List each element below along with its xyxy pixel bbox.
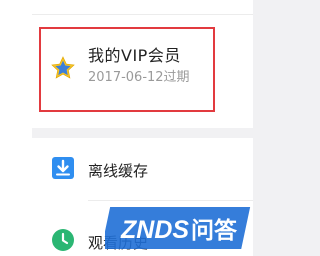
download-icon xyxy=(52,157,74,179)
watermark-brand: ZNDS xyxy=(120,216,189,244)
section-gap xyxy=(32,128,253,138)
watermark-suffix: 问答 xyxy=(191,217,238,244)
sidebar-strip xyxy=(0,0,32,256)
watermark-logo: ZNDS 问答 xyxy=(105,207,251,249)
offline-cache-label: 离线缓存 xyxy=(88,162,149,180)
vip-expiry-date: 2017-06-12过期 xyxy=(88,70,190,85)
star-icon xyxy=(51,56,75,79)
clock-icon xyxy=(52,229,74,251)
vip-title: 我的VIP会员 xyxy=(88,46,181,65)
